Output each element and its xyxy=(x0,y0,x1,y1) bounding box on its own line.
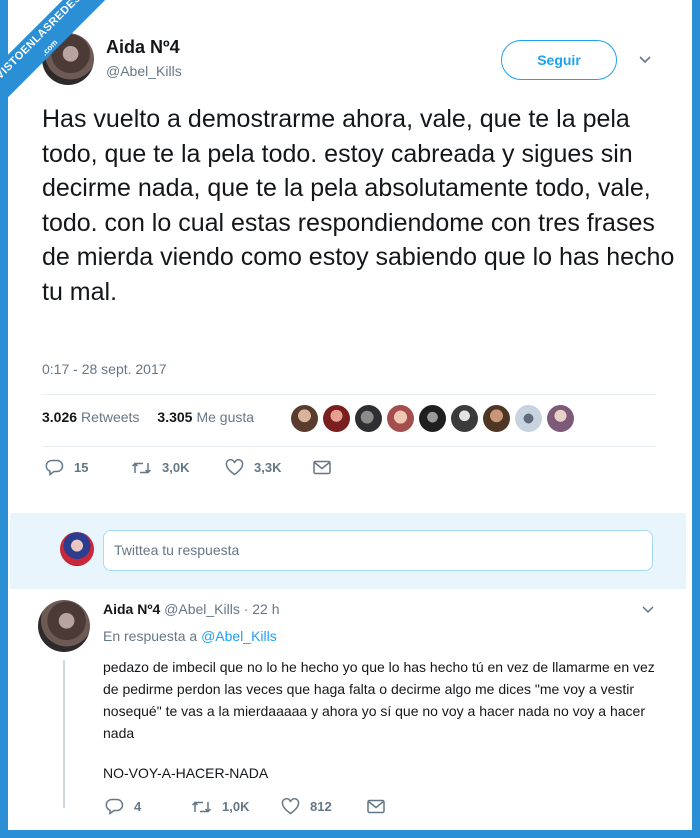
reply-time[interactable]: · 22 h xyxy=(244,601,280,617)
like-button[interactable]: 812 xyxy=(281,798,367,815)
retweet-count: 1,0K xyxy=(222,799,250,814)
message-button[interactable] xyxy=(367,799,385,814)
like-count: 812 xyxy=(310,799,332,814)
reply-icon xyxy=(105,798,124,815)
liker-avatar[interactable] xyxy=(483,405,510,432)
reply-text-last-line: NO-VOY-A-HACER-NADA xyxy=(103,765,269,781)
reply-button[interactable]: 4 xyxy=(105,798,191,815)
liker-avatar[interactable] xyxy=(451,405,478,432)
in-reply-handle-link[interactable]: @Abel_Kills xyxy=(201,628,277,644)
liker-avatar[interactable] xyxy=(547,405,574,432)
retweets-count[interactable]: 3.026 xyxy=(42,409,77,425)
heart-icon xyxy=(225,459,244,476)
divider xyxy=(42,446,656,447)
tweet-timestamp[interactable]: 0:17 - 28 sept. 2017 xyxy=(42,361,167,377)
thread-line xyxy=(63,660,65,808)
author-handle[interactable]: @Abel_Kills xyxy=(106,63,182,79)
watermark-ribbon: VISTOENLASREDES .com xyxy=(0,0,110,110)
like-button[interactable]: 3,3K xyxy=(225,459,313,476)
likes-count[interactable]: 3.305 xyxy=(157,409,192,425)
chevron-down-icon[interactable] xyxy=(640,601,656,617)
liker-avatar[interactable] xyxy=(515,405,542,432)
follow-button[interactable]: Seguir xyxy=(501,40,617,80)
liker-avatar[interactable] xyxy=(355,405,382,432)
reply-author-handle[interactable]: @Abel_Kills xyxy=(164,601,240,617)
tweet-stats: 3.026 Retweets 3.305 Me gusta xyxy=(42,409,254,425)
retweets-label[interactable]: Retweets xyxy=(81,409,139,425)
reply-count: 15 xyxy=(74,460,89,475)
retweet-count: 3,0K xyxy=(162,460,190,475)
tweet-text: Has vuelto a demostrarme ahora, vale, qu… xyxy=(42,105,675,306)
liker-avatar[interactable] xyxy=(323,405,350,432)
reply-icon xyxy=(45,459,64,476)
liker-avatar[interactable] xyxy=(419,405,446,432)
reply-count: 4 xyxy=(134,799,142,814)
envelope-icon xyxy=(313,460,331,475)
retweet-icon xyxy=(131,461,152,474)
reply-text: pedazo de imbecil que no lo he hecho yo … xyxy=(103,659,655,741)
divider xyxy=(42,394,656,395)
retweet-icon xyxy=(191,800,212,813)
heart-icon xyxy=(281,798,300,815)
like-count: 3,3K xyxy=(254,460,282,475)
message-button[interactable] xyxy=(313,460,331,475)
liker-avatar[interactable] xyxy=(387,405,414,432)
in-reply-to: En respuesta a @Abel_Kills xyxy=(103,628,277,644)
likers-avatars xyxy=(291,405,574,432)
likes-label[interactable]: Me gusta xyxy=(196,409,254,425)
reply-header: Aida Nº4 @Abel_Kills · 22 h xyxy=(103,601,280,617)
author-name[interactable]: Aida Nº4 xyxy=(106,37,180,58)
current-user-avatar[interactable] xyxy=(60,532,94,566)
envelope-icon xyxy=(367,799,385,814)
reply-author-name[interactable]: Aida Nº4 xyxy=(103,601,160,617)
reply-actions: 4 1,0K 812 xyxy=(105,798,385,815)
reply-input[interactable]: Twittea tu respuesta xyxy=(103,530,653,571)
retweet-button[interactable]: 3,0K xyxy=(131,460,225,476)
tweet-actions: 15 3,0K 3,3K xyxy=(45,459,331,476)
retweet-button[interactable]: 1,0K xyxy=(191,799,281,815)
reply-avatar[interactable] xyxy=(38,600,90,652)
chevron-down-icon[interactable] xyxy=(636,50,654,68)
liker-avatar[interactable] xyxy=(291,405,318,432)
in-reply-prefix: En respuesta a xyxy=(103,628,198,644)
reply-button[interactable]: 15 xyxy=(45,459,131,476)
